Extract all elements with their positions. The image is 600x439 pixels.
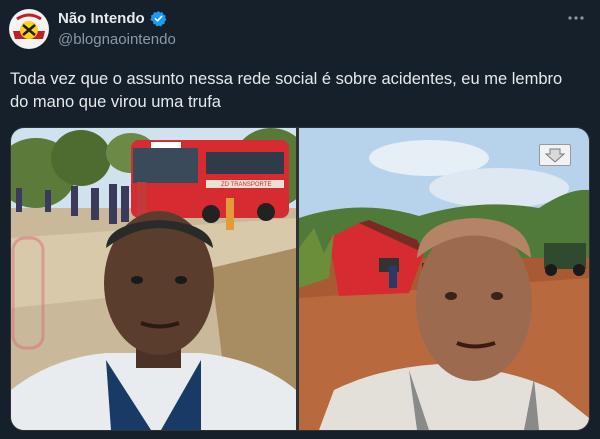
photo-selfie-bus[interactable]: ZD TRANSPORTE [11,128,296,430]
verified-badge-icon [149,10,167,27]
tweet: Não Intendo @blognaointendo Toda vez que… [0,0,600,439]
tweet-text: Toda vez que o assunto nessa rede social… [10,70,563,111]
author-avatar[interactable] [9,9,49,49]
author-name-row: Não Intendo [58,10,167,27]
media-grid: ZD TRANSPORTE [10,127,590,431]
nao-intendo-logo-icon [10,10,48,48]
author-display-name[interactable]: Não Intendo [58,10,145,27]
download-arrow-icon[interactable] [539,144,571,166]
bus-sign: ZD TRANSPORTE [221,182,271,188]
more-options-icon[interactable] [566,8,586,28]
author-handle[interactable]: @blognaointendo [58,31,176,48]
photo-selfie-crash[interactable] [299,128,589,430]
